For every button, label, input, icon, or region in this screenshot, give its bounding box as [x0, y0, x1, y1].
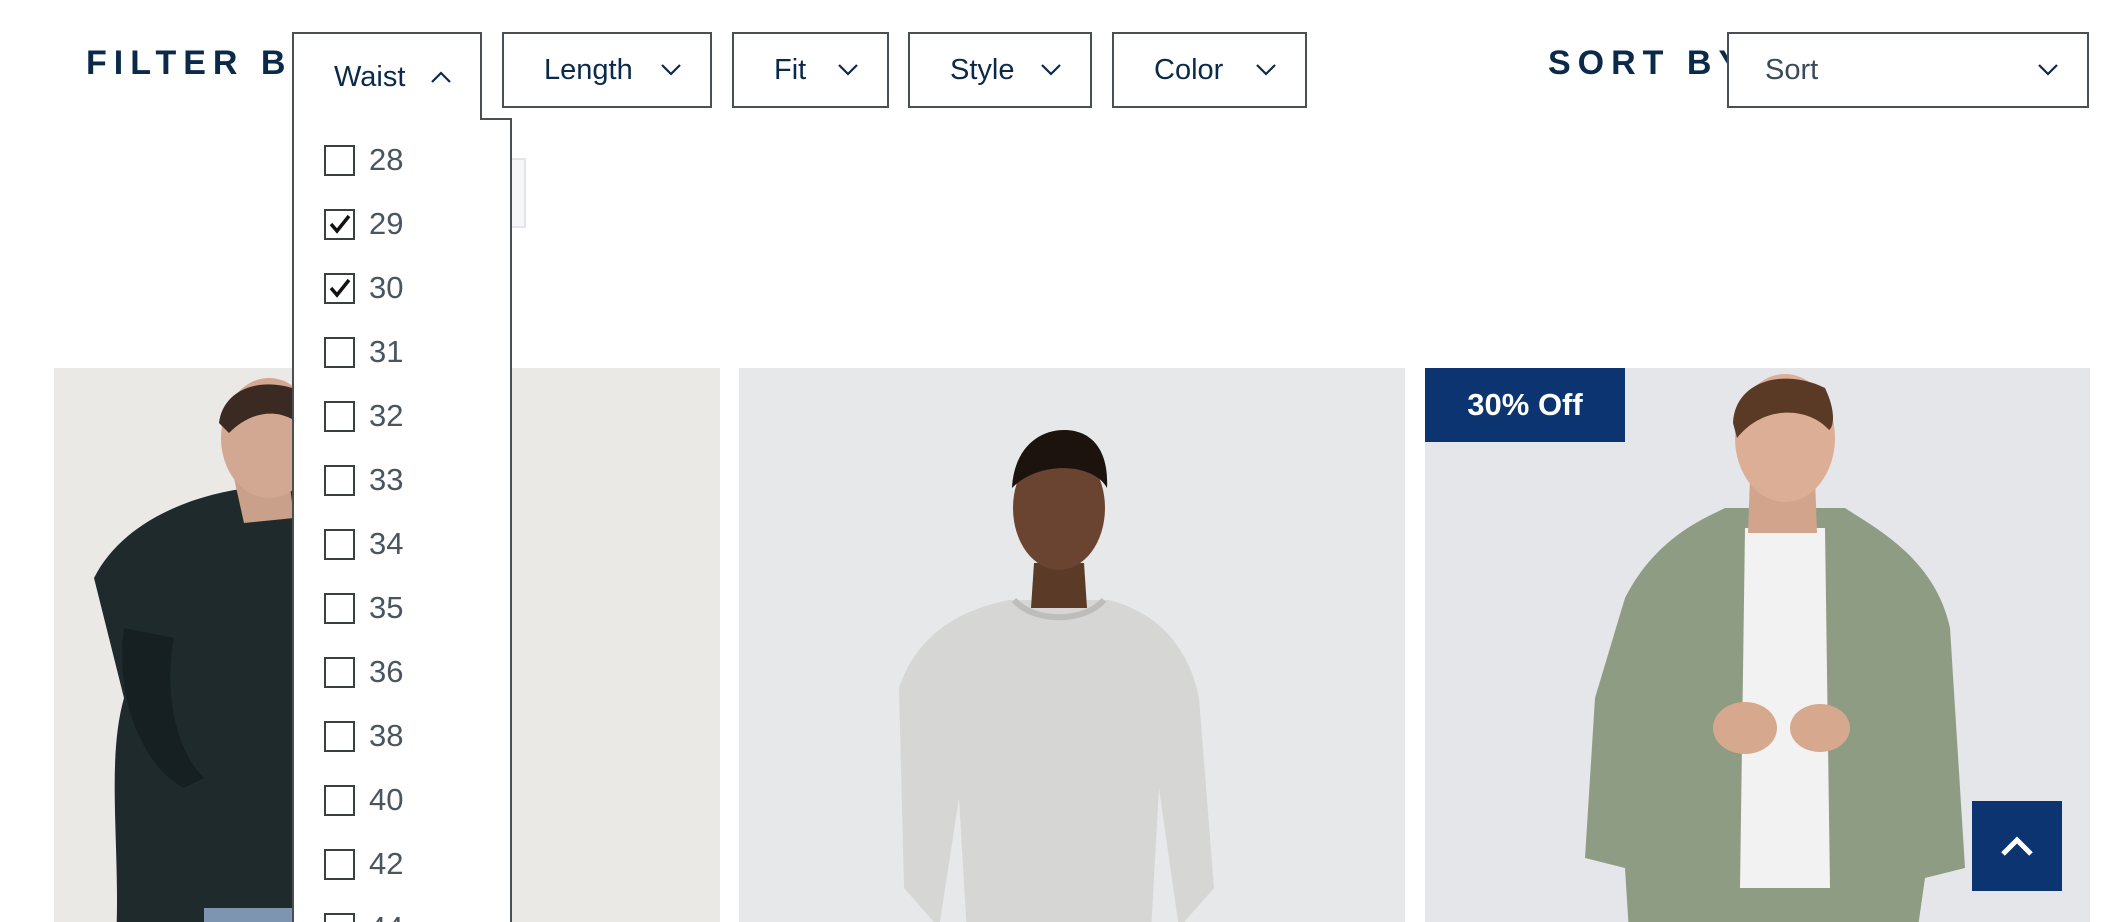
product-image: [739, 368, 1405, 922]
fit-filter-dropdown[interactable]: Fit: [732, 32, 889, 108]
waist-option-40[interactable]: 40: [324, 780, 403, 820]
waist-option-28[interactable]: 28: [324, 140, 403, 180]
checkmark-icon: [329, 278, 350, 298]
checkbox[interactable]: [324, 336, 355, 368]
checkbox[interactable]: [324, 592, 355, 624]
checkbox[interactable]: [324, 528, 355, 560]
checkbox[interactable]: [324, 912, 355, 922]
arrow-up-icon: [2001, 836, 2033, 856]
chevron-down-icon: [1040, 59, 1062, 81]
color-filter-label: Color: [1154, 53, 1224, 86]
waist-option-36[interactable]: 36: [324, 652, 403, 692]
waist-option-label: 42: [369, 846, 404, 881]
waist-option-label: 34: [369, 526, 404, 561]
checkbox[interactable]: [324, 400, 355, 432]
waist-filter-label: Waist: [334, 60, 406, 93]
filter-by-label: FILTER BY: [86, 44, 323, 82]
color-filter-dropdown[interactable]: Color: [1112, 32, 1307, 108]
length-filter-dropdown[interactable]: Length: [502, 32, 712, 108]
waist-option-label: 44: [369, 910, 403, 922]
waist-option-label: 28: [369, 142, 404, 177]
checkbox[interactable]: [324, 720, 355, 752]
waist-option-32[interactable]: 32: [324, 396, 403, 436]
waist-option-44[interactable]: 44: [324, 908, 403, 922]
checkbox-checked[interactable]: [324, 208, 355, 240]
waist-option-38[interactable]: 38: [324, 716, 403, 756]
waist-option-35[interactable]: 35: [324, 588, 403, 628]
chevron-down-icon: [1255, 59, 1277, 81]
checkbox-checked[interactable]: [324, 272, 355, 304]
fit-filter-label: Fit: [774, 53, 807, 86]
waist-option-label: 33: [369, 462, 404, 497]
waist-option-label: 31: [369, 334, 404, 369]
waist-option-label: 36: [369, 654, 404, 689]
waist-option-label: 30: [369, 270, 404, 305]
length-filter-label: Length: [544, 53, 633, 86]
product-listing-page: FILTER BY Waist Length Fit Style Color S…: [0, 0, 2108, 922]
style-filter-dropdown[interactable]: Style: [908, 32, 1092, 108]
back-to-top-button[interactable]: [1972, 801, 2062, 891]
waist-option-label: 38: [369, 718, 404, 753]
waist-option-label: 32: [369, 398, 404, 433]
checkbox[interactable]: [324, 784, 355, 816]
waist-option-label: 35: [369, 590, 404, 625]
waist-option-31[interactable]: 31: [324, 332, 403, 372]
checkbox[interactable]: [324, 656, 355, 688]
waist-option-33[interactable]: 33: [324, 460, 403, 500]
waist-option-29[interactable]: 29: [324, 204, 403, 244]
chevron-down-icon: [660, 59, 682, 81]
chevron-down-icon: [2037, 59, 2059, 81]
dropdown-panel-edge: [480, 118, 512, 120]
discount-badge: 30% Off: [1425, 368, 1625, 442]
checkbox[interactable]: [324, 464, 355, 496]
sort-selected-value: Sort: [1765, 53, 1819, 86]
waist-filter-dropdown[interactable]: Waist: [292, 32, 482, 120]
sort-dropdown[interactable]: Sort: [1727, 32, 2089, 108]
chevron-up-icon: [430, 66, 452, 88]
style-filter-label: Style: [950, 53, 1015, 86]
waist-option-label: 40: [369, 782, 404, 817]
checkbox[interactable]: [324, 848, 355, 880]
chevron-down-icon: [837, 59, 859, 81]
checkmark-icon: [329, 214, 350, 234]
waist-option-42[interactable]: 42: [324, 844, 403, 884]
sort-by-label: SORT BY: [1548, 44, 1749, 82]
checkbox[interactable]: [324, 144, 355, 176]
product-card[interactable]: [739, 368, 1405, 922]
waist-option-30[interactable]: 30: [324, 268, 403, 308]
waist-options-panel[interactable]: 28 29 30 31 32 33 34 35 36 38 40 42 44: [292, 118, 512, 922]
waist-option-34[interactable]: 34: [324, 524, 403, 564]
waist-option-label: 29: [369, 206, 404, 241]
